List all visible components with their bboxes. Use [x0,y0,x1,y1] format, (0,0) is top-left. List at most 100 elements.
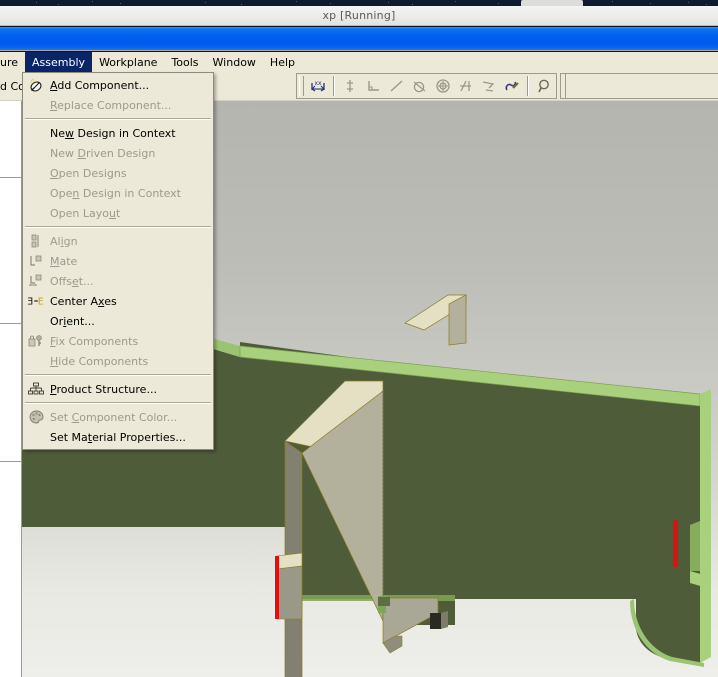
desktop-star [92,1,93,2]
upper-tenon-right-face [448,294,467,346]
menu-item-new-design-in-context[interactable]: New Design in Context [23,123,213,143]
concentric-tool-icon[interactable] [431,75,454,97]
toolbar-separator-2 [527,76,529,96]
menu-label: Offset... [50,274,94,288]
inspect-zoom-tool-icon[interactable] [533,75,556,97]
desktop-star [205,2,206,3]
attach-tool-icon[interactable] [500,75,523,97]
menu-separator-4 [25,402,211,404]
constraint-toolbar-group: xx [296,73,557,99]
menu-label: Replace Component... [50,98,172,112]
menu-label: Orient... [50,314,95,328]
set-color-icon [27,409,45,425]
desktop-star [120,3,121,4]
panel-splitter-1[interactable] [0,177,22,178]
shelf-green-nub [378,597,390,606]
panel-splitter-3[interactable] [0,461,22,462]
desktop-star [330,3,331,4]
toolbar-empty-dock-area [560,73,718,99]
vm-title-text: xp [Running] [322,9,396,22]
assembly-dropdown-menu: Add Component... Replace Component... Ne… [22,72,214,450]
menubar-item-tools[interactable]: Tools [164,52,205,72]
menu-item-new-driven-design[interactable]: New Driven Design [23,143,213,163]
menu-item-mate[interactable]: Mate [23,251,213,271]
product-structure-icon [27,381,45,397]
menu-item-center-axes[interactable]: Ǝ E Center Axes [23,291,213,311]
right-edge-highlight-red [673,519,678,567]
desktop-star [36,2,37,3]
right-edge-notch-side [690,521,700,571]
toolbar-drag-grip[interactable] [299,76,304,96]
desktop-star [296,1,297,2]
menu-label: Add Component... [50,78,150,92]
menu-label: Product Structure... [50,382,157,396]
menu-label: Center Axes [50,294,117,308]
menu-label: Align [50,234,78,248]
menubar-item-window[interactable]: Window [206,52,263,72]
desktop-star [412,4,413,5]
menu-item-open-designs[interactable]: Open Designs [23,163,213,183]
offset-icon [27,273,45,289]
lower-tenon-left [275,552,303,620]
fix-components-icon [27,333,45,349]
svg-text:xx: xx [314,80,322,87]
menubar-item-workplane[interactable]: Workplane [92,52,164,72]
menubar-item-assembly[interactable]: Assembly [25,52,93,72]
menu-item-product-structure[interactable]: Product Structure... [23,379,213,399]
add-point-tool-icon[interactable] [339,75,362,97]
desktop-star [706,4,707,5]
menu-label: Open Designs [50,166,127,180]
menu-item-align[interactable]: Align [23,231,213,251]
menu-label: Open Design in Context [50,186,181,200]
menu-separator-2 [25,226,211,228]
parallel-tool-icon[interactable] [477,75,500,97]
menu-item-set-component-color[interactable]: Set Component Color... [23,407,213,427]
equal-tool-icon[interactable] [454,75,477,97]
vm-titlebar[interactable]: xp [Running] [0,6,718,26]
menu-item-orient[interactable]: Orient... [23,311,213,331]
menu-label: Set Component Color... [50,410,178,424]
add-component-icon [27,77,45,93]
menubar: ure Assembly Workplane Tools Window Help [0,52,718,72]
menu-separator-1 [25,118,211,120]
menu-label: Open Layout [50,206,121,220]
desktop-star [612,1,613,2]
menu-item-add-component[interactable]: Add Component... [23,75,213,95]
menu-label: Mate [50,254,78,268]
menu-label: Set Material Properties... [50,430,186,444]
lower-tenon-highlight-red [275,556,279,619]
tangent-tool-icon[interactable] [408,75,431,97]
desktop-star [498,3,499,4]
shelf-slot-side [441,611,448,629]
desktop-star [58,4,59,5]
desktop-star [650,3,651,4]
toolbar-separator [333,76,335,96]
menu-item-offset[interactable]: Offset... [23,271,213,291]
line-tool-icon[interactable] [385,75,408,97]
menubar-item-help[interactable]: Help [263,52,302,72]
menu-label: Hide Components [50,354,149,368]
desktop-star [241,4,242,5]
menu-item-open-design-in-context[interactable]: Open Design in Context [23,183,213,203]
menu-item-open-layout[interactable]: Open Layout [23,203,213,223]
menu-separator-3 [25,374,211,376]
panel-splitter-2[interactable] [0,323,22,324]
svg-text:Ǝ: Ǝ [27,297,33,307]
menu-item-fix-components[interactable]: Fix Components [23,331,213,351]
center-axes-icon: Ǝ E [27,293,45,309]
menu-item-set-material-properties[interactable]: Set Material Properties... [23,427,213,447]
align-icon [27,233,45,249]
svg-text:E: E [38,297,44,307]
application-titlebar[interactable] [0,27,718,51]
design-tree-panel-edge [0,101,22,677]
corner-relation-tool-icon[interactable] [362,75,385,97]
dimension-xx-tool-icon[interactable]: xx [306,75,329,97]
desktop-star [688,2,689,3]
menubar-item-feature[interactable]: ure [0,52,25,72]
menu-item-replace-component[interactable]: Replace Component... [23,95,213,115]
menu-label: Fix Components [50,334,139,348]
mate-icon [27,253,45,269]
menu-label: New Design in Context [50,126,176,140]
shelf-slot-hole [430,613,441,629]
menu-item-hide-components[interactable]: Hide Components [23,351,213,371]
